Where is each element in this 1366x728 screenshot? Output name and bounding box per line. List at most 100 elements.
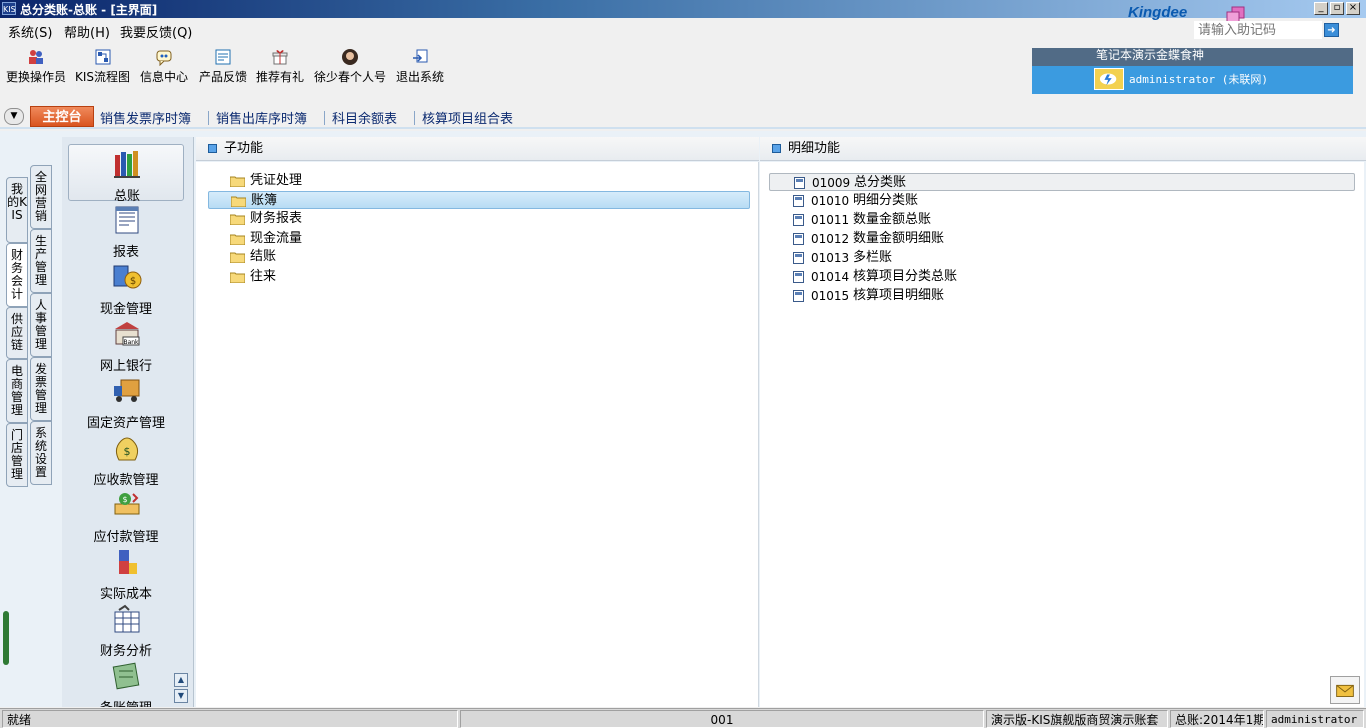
change-operator-button[interactable]: 更换操作员 — [6, 48, 66, 85]
folder-item[interactable]: 凭证处理 — [208, 172, 750, 190]
kingdee-logo: Kingdee — [1128, 4, 1188, 21]
xu-personal-button[interactable]: 徐少春个人号 — [314, 48, 386, 85]
detail-function-header: 明细功能 — [760, 137, 1366, 161]
detail-item[interactable]: 01014 核算项目分类总账 — [769, 268, 1355, 286]
module-payables[interactable]: $ 应付款管理 — [68, 486, 184, 545]
detail-item[interactable]: 01010 明细分类账 — [769, 192, 1355, 210]
vtab-production[interactable]: 生产管理 — [30, 229, 52, 293]
svg-text:Bank: Bank — [123, 339, 139, 346]
folder-icon — [230, 252, 245, 263]
detail-item[interactable]: 01013 多栏账 — [769, 249, 1355, 267]
tab-account-balance[interactable]: 科目余额表 — [332, 108, 397, 127]
toolbar-label: 徐少春个人号 — [314, 70, 387, 84]
menu-help[interactable]: 帮助(H) — [64, 22, 110, 41]
module-general-ledger[interactable]: 总账 — [68, 144, 184, 204]
message-icon — [156, 50, 172, 66]
minimize-button[interactable]: _ — [1314, 2, 1328, 15]
close-button[interactable]: × — [1346, 2, 1360, 15]
help-code-input[interactable] — [1194, 21, 1322, 39]
folder-icon — [230, 234, 245, 245]
recommend-gift-button[interactable]: 推荐有礼 — [256, 48, 304, 85]
bank-icon: Bank — [115, 322, 140, 346]
vtab-financial-accounting[interactable]: 财务会计 — [6, 243, 28, 307]
tab-sales-invoice-journal[interactable]: 销售发票序时簿 — [100, 108, 191, 127]
toolbar-label: 更换操作员 — [6, 70, 67, 84]
detail-item-selected[interactable]: 01009 总分类账 — [769, 173, 1355, 191]
exit-icon — [413, 49, 428, 63]
folder-item[interactable]: 财务报表 — [208, 210, 750, 228]
money-bag-icon: $ — [115, 437, 139, 461]
tab-sales-outbound-journal[interactable]: 销售出库序时簿 — [216, 108, 307, 127]
sub-function-header: 子功能 — [196, 137, 759, 161]
toolbar-label: 信息中心 — [140, 70, 189, 84]
info-center-button[interactable]: 信息中心 — [140, 48, 188, 85]
document-icon — [793, 214, 804, 226]
folder-item[interactable]: 往来 — [208, 268, 750, 286]
module-reports[interactable]: 报表 — [68, 201, 184, 260]
toolbar-label: 产品反馈 — [199, 70, 248, 84]
cost-cubes-icon — [119, 550, 137, 574]
tab-main-console[interactable]: 主控台 — [30, 106, 94, 127]
module-scroll-up-button[interactable]: ▲ — [174, 673, 188, 687]
restore-button[interactable]: ▫ — [1330, 2, 1344, 15]
folder-item[interactable]: 现金流量 — [208, 230, 750, 248]
vtab-store[interactable]: 门店管理 — [6, 423, 28, 487]
company-name: 笔记本演示金蝶食神 — [1032, 48, 1353, 66]
mail-icon[interactable] — [1330, 676, 1360, 704]
module-cash-management[interactable]: $ 现金管理 — [68, 258, 184, 317]
detail-item[interactable]: 01015 核算项目明细账 — [769, 287, 1355, 305]
document-icon — [793, 195, 804, 207]
module-online-banking[interactable]: Bank 网上银行 — [68, 315, 184, 374]
module-actual-cost[interactable]: 实际成本 — [68, 543, 184, 602]
vtab-my-kis[interactable]: 我的KIS — [6, 177, 28, 243]
vtab-omni-marketing[interactable]: 全网营销 — [30, 165, 52, 229]
vtab-ecommerce[interactable]: 电商管理 — [6, 359, 28, 423]
folder-item[interactable]: 结账 — [208, 248, 750, 266]
svg-text:$: $ — [130, 276, 136, 287]
module-financial-analysis[interactable]: 财务分析 — [68, 600, 184, 659]
toolbar-label: KIS流程图 — [75, 70, 131, 84]
status-code: 001 — [460, 710, 984, 728]
panel-title: 明细功能 — [788, 141, 841, 156]
detail-item[interactable]: 01011 数量金额总账 — [769, 211, 1355, 229]
module-scroll-down-button[interactable]: ▼ — [174, 689, 188, 703]
tab-separator — [324, 111, 325, 125]
cash-icon: $ — [113, 265, 142, 289]
vtab-system-settings[interactable]: 系统设置 — [30, 421, 52, 485]
tab-accounting-item-combo[interactable]: 核算项目组合表 — [422, 108, 513, 127]
folder-item-selected[interactable]: 账簿 — [208, 191, 750, 209]
tab-bar: ▼ 主控台 销售发票序时簿 销售出库序时簿 科目余额表 核算项目组合表 — [0, 103, 1366, 129]
scroll-grip[interactable] — [3, 611, 9, 665]
document-icon — [793, 233, 804, 245]
flowchart-icon — [95, 49, 111, 65]
product-feedback-button[interactable]: 产品反馈 — [199, 48, 247, 85]
module-receivables[interactable]: $ 应收款管理 — [68, 429, 184, 488]
main-area: 我的KIS 财务会计 供应链 电商管理 门店管理 全网营销 生产管理 人事管理 … — [0, 131, 1366, 707]
users-icon — [29, 50, 43, 64]
document-icon — [793, 252, 804, 264]
help-code-go-button[interactable]: ➜ — [1324, 23, 1339, 37]
tab-dropdown-button[interactable]: ▼ — [4, 108, 24, 125]
folder-icon — [231, 196, 246, 207]
module-fixed-assets[interactable]: 固定资产管理 — [68, 372, 184, 431]
vtab-supply-chain[interactable]: 供应链 — [6, 307, 28, 359]
status-bar: 就绪 001 演示版-KIS旗舰版商贸演示账套 总账:2014年1期 admin… — [0, 708, 1366, 728]
app-icon: KIS — [2, 2, 16, 15]
folder-icon — [230, 176, 245, 187]
detail-item[interactable]: 01012 数量金额明细账 — [769, 230, 1355, 248]
analysis-icon — [114, 604, 140, 633]
avatar-icon — [342, 49, 358, 65]
svg-text:$: $ — [122, 495, 127, 504]
exit-system-button[interactable]: 退出系统 — [396, 48, 444, 85]
payment-icon: $ — [114, 493, 140, 515]
vtab-invoice[interactable]: 发票管理 — [30, 357, 52, 421]
menu-system[interactable]: 系统(S) — [8, 22, 52, 41]
module-ticket-management[interactable]: 条账管理 — [68, 657, 184, 707]
menu-feedback[interactable]: 我要反馈(Q) — [120, 22, 192, 41]
detail-function-panel: 01009 总分类账 01010 明细分类账 01011 数量金额总账 0101… — [760, 162, 1364, 707]
panel-title: 子功能 — [224, 141, 264, 156]
current-user: administrator (未联网) — [1129, 73, 1268, 86]
status-period: 总账:2014年1期 — [1170, 710, 1264, 728]
vtab-hr[interactable]: 人事管理 — [30, 293, 52, 357]
kis-flowchart-button[interactable]: KIS流程图 — [75, 48, 130, 85]
